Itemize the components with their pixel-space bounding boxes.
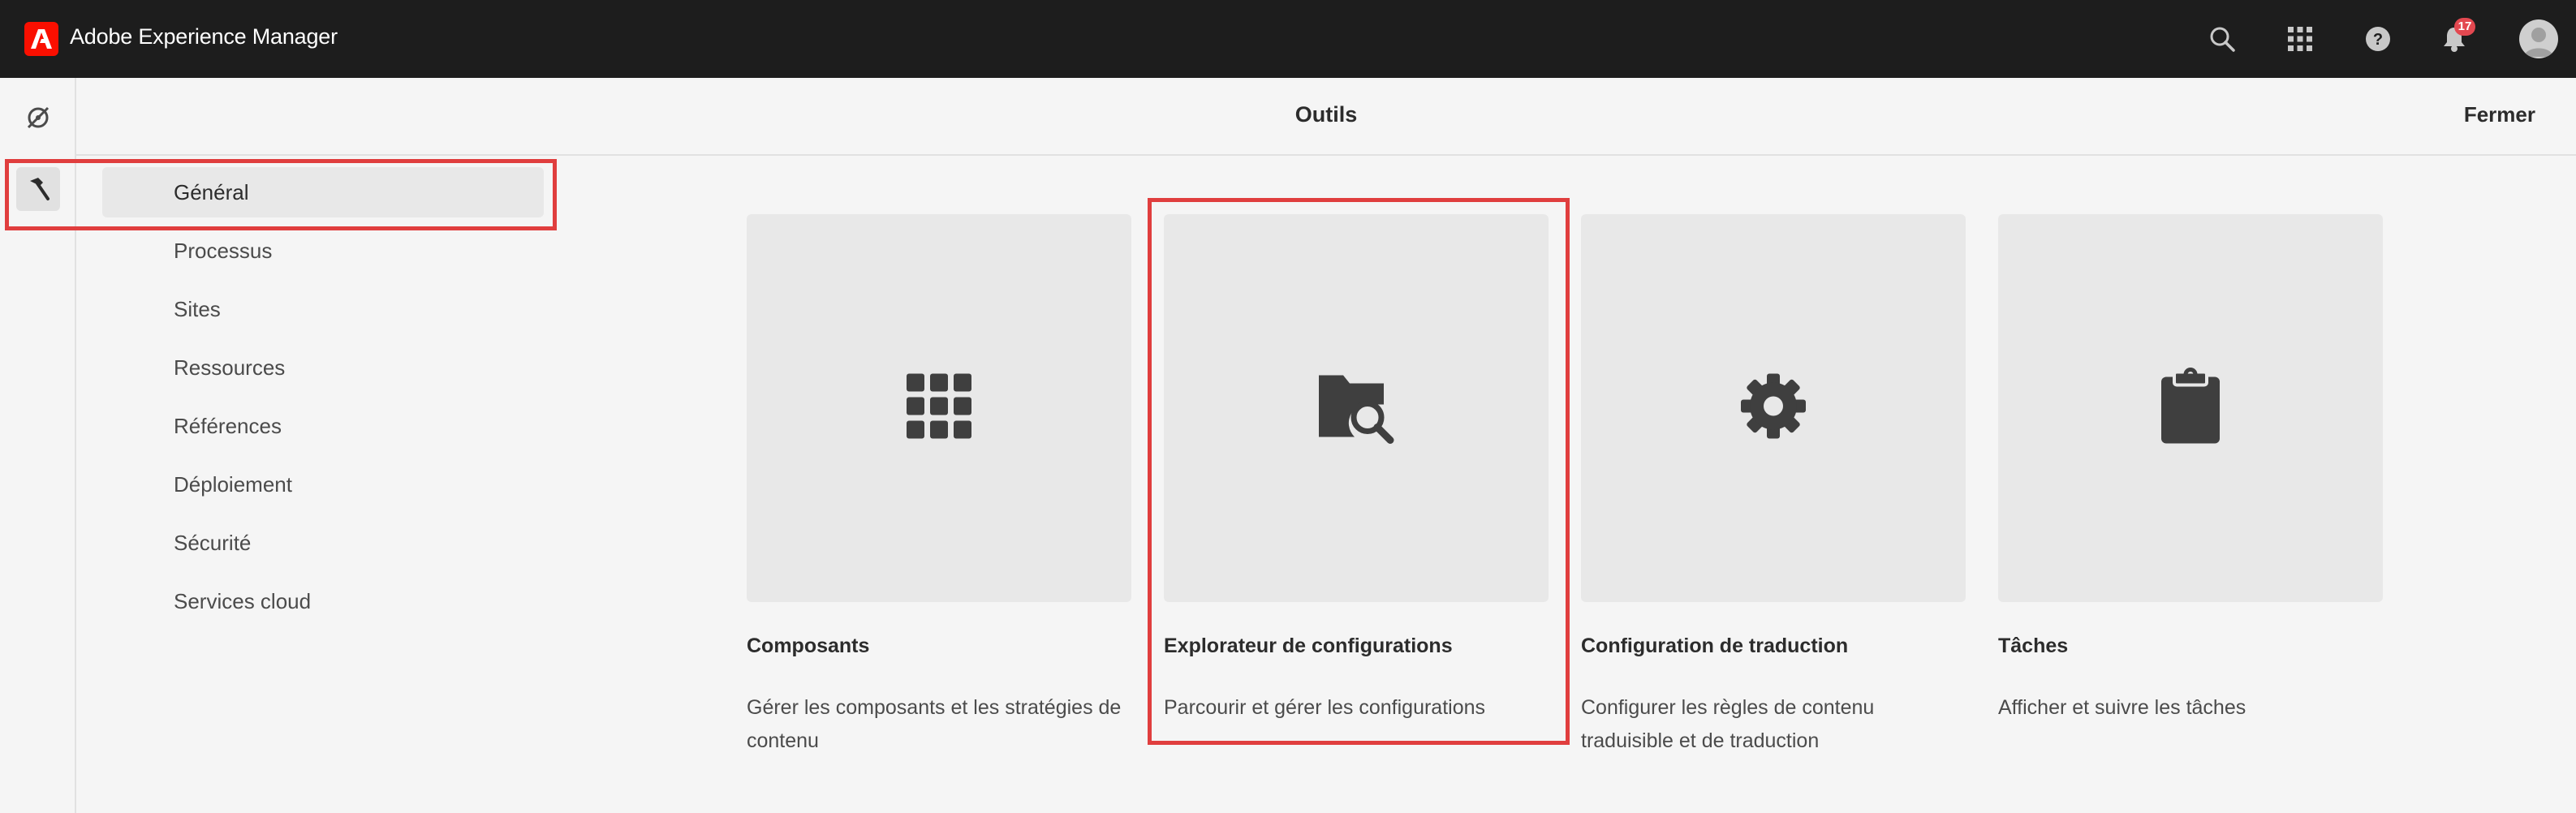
clipboard-icon [2158,368,2223,450]
search-icon[interactable] [2201,18,2243,60]
card-composants[interactable] [747,214,1131,602]
svg-text:?: ? [2373,31,2383,49]
bell-icon[interactable]: 17 [2433,18,2475,60]
notification-badge: 17 [2454,18,2475,36]
page-header: Outils Fermer [76,78,2576,156]
card-desc-explorateur-configurations: Parcourir et gérer les configurations [1164,696,1486,719]
nav-item-sites[interactable]: Sites [102,284,544,334]
card-title-taches[interactable]: Tâches [1998,634,2388,658]
card-taches[interactable] [1998,214,2383,602]
shell-header: Adobe Experience Manager ? 17 [0,0,2576,78]
card-explorateur-configurations[interactable] [1164,214,1549,602]
app-title[interactable]: Adobe Experience Manager [70,24,338,49]
card-desc-configuration-traduction: Configurer les règles de contenu traduis… [1581,696,1875,752]
adobe-logo-icon[interactable] [24,22,58,56]
nav-item-ressources[interactable]: Ressources [102,342,544,393]
left-rail [0,78,76,813]
card-title-configuration-traduction[interactable]: Configuration de traduction [1581,634,1971,658]
card-desc-composants: Gérer les composants et les stratégies d… [747,696,1122,752]
tools-hammer-icon[interactable] [16,167,60,211]
nav-item-securite[interactable]: Sécurité [102,518,544,568]
card-title-composants[interactable]: Composants [747,634,1136,658]
nav-item-references[interactable]: Références [102,401,544,451]
close-button[interactable]: Fermer [2464,102,2535,127]
grid-icon [907,373,971,443]
card-desc-taches: Afficher et suivre les tâches [1998,696,2246,719]
nav-item-processus[interactable]: Processus [102,226,544,276]
gear-icon [1739,372,1807,445]
avatar[interactable] [2519,19,2558,58]
navigation-icon[interactable] [16,96,60,140]
nav-item-services-cloud[interactable]: Services cloud [102,576,544,626]
apps-icon[interactable] [2279,18,2321,60]
folder-search-icon [1317,368,1395,450]
nav-item-deploiement[interactable]: Déploiement [102,459,544,510]
card-title-explorateur-configurations[interactable]: Explorateur de configurations [1164,634,1553,658]
nav-item-general[interactable]: Général [102,167,544,217]
help-icon[interactable]: ? [2357,18,2399,60]
card-configuration-traduction[interactable] [1581,214,1966,602]
page-title: Outils [1294,102,1358,127]
